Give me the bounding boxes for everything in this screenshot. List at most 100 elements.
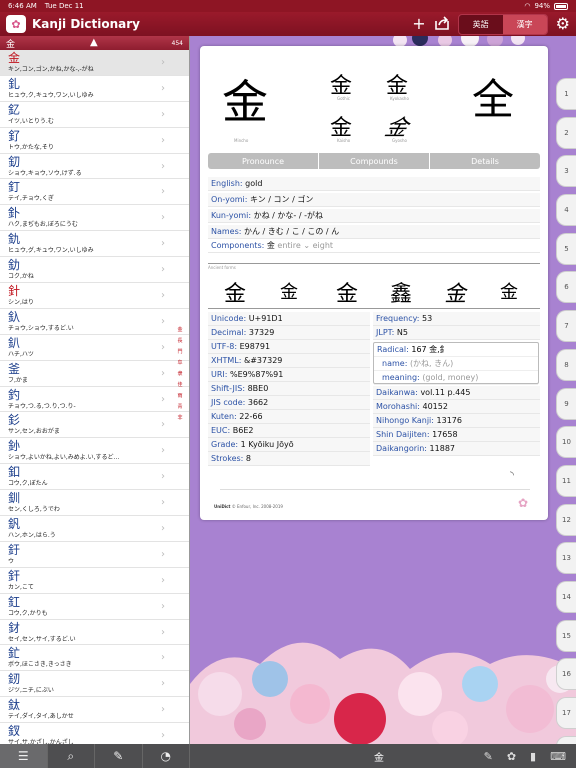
list-item[interactable]: 釩ハン,ホン,はら.う › bbox=[0, 516, 189, 542]
bookmark-icon[interactable]: ▮ bbox=[530, 750, 536, 763]
radical-index-strip[interactable]: 金長門阜隶佳雨青非 bbox=[173, 326, 187, 421]
page-tab[interactable]: 6 bbox=[556, 271, 576, 304]
list-item[interactable]: 釞チョウ,ショウ,するど.い › bbox=[0, 309, 189, 335]
tab-compounds[interactable]: Compounds bbox=[319, 153, 430, 169]
list-item[interactable]: 釜フ,かま › bbox=[0, 361, 189, 387]
frequency-row: Frequency: 53 bbox=[373, 312, 540, 326]
index-entry[interactable]: 門 bbox=[177, 348, 182, 355]
components-value: 金 bbox=[266, 241, 275, 250]
chevron-right-icon: › bbox=[161, 678, 165, 690]
page-tab[interactable]: 13 bbox=[556, 542, 576, 575]
history-icon[interactable]: ◔ bbox=[143, 744, 190, 768]
page-tab[interactable]: 12 bbox=[556, 503, 576, 536]
index-entry[interactable]: 非 bbox=[177, 414, 182, 421]
gear-icon[interactable]: ⚙ bbox=[556, 16, 570, 32]
list-item[interactable]: 釮セイ,セン,サイ,するど.い › bbox=[0, 620, 189, 646]
jis-row: JIS code: 3662 bbox=[208, 396, 370, 410]
list-item[interactable]: 釪ウ › bbox=[0, 542, 189, 568]
names-row[interactable]: Names: かん / きむ / こ / この / ん bbox=[208, 225, 540, 239]
page-tab[interactable]: 8 bbox=[556, 348, 576, 381]
scroll-up-icon[interactable]: ▲ bbox=[90, 37, 98, 48]
index-entry[interactable]: 雨 bbox=[177, 392, 182, 399]
list-item[interactable]: 釭コウ,ク,かりも › bbox=[0, 594, 189, 620]
list-item[interactable]: 釘テイ,チョウ,くぎ › bbox=[0, 179, 189, 206]
list-item[interactable]: 釰ジツ,ニチ,にぶい › bbox=[0, 671, 189, 698]
nihongo-row: Nihongo Kanji: 13176 bbox=[373, 414, 540, 428]
list-item[interactable]: 釓ヒュウ,ク,キュウ,ワン,いしゆみ › bbox=[0, 76, 189, 102]
kanji-list-pane: 金 ▲ 454 金キン,コン,ゴン,かね,かな-,-がね › 釓ヒュウ,ク,キュウ,… bbox=[0, 36, 190, 744]
tab-details[interactable]: Details bbox=[430, 153, 540, 169]
search-icon[interactable]: ⌕ bbox=[48, 744, 95, 768]
list-item[interactable]: 釟ハチ,ハツ › bbox=[0, 335, 189, 361]
page-tab[interactable]: 3 bbox=[556, 155, 576, 188]
list-item[interactable]: 釯ボウ,ほこさき,きっさき › bbox=[0, 645, 189, 672]
list-item[interactable]: 釧セン,くしろ,うでわ › bbox=[0, 490, 189, 517]
list-item[interactable]: 釵サイ,サ,かざし,かんざし › bbox=[0, 723, 189, 744]
share-icon[interactable] bbox=[434, 15, 450, 33]
list-item[interactable]: 釖ショウ,キョウ,ソウ,けず.る › bbox=[0, 154, 189, 180]
list-item[interactable]: 釙ハク,まぢもお,ぼろにうむ › bbox=[0, 205, 189, 232]
pencil-icon[interactable]: ✎ bbox=[484, 750, 493, 763]
flower-logo-icon: ✿ bbox=[518, 496, 529, 510]
status-date: Tue Dec 11 bbox=[44, 2, 84, 10]
list-item[interactable]: 釥ショウ,よいかね,よい,みめよ.い,するど... › bbox=[0, 438, 189, 465]
chevron-right-icon: › bbox=[161, 497, 165, 509]
language-segmented-control: 英語 漢字 bbox=[457, 13, 548, 35]
list-item[interactable]: 釚ヒュウ,グ,キュウ,ワン,いしゆみ › bbox=[0, 231, 189, 258]
index-entry[interactable]: 阜 bbox=[177, 359, 182, 366]
plus-icon[interactable]: + bbox=[412, 16, 425, 32]
bottom-toolbar: 金 ✎ ✿ ▮ ⌨ bbox=[190, 744, 576, 768]
calligraphy-strip: Ancient forms 金 金 金 鑫 金 金 bbox=[208, 263, 540, 309]
components-extra: entire bbox=[277, 241, 301, 250]
page-tab[interactable]: 1 bbox=[556, 78, 576, 110]
flower-icon[interactable]: ✿ bbox=[507, 750, 516, 763]
chevron-right-icon: › bbox=[161, 367, 165, 379]
page-tab[interactable]: 16 bbox=[556, 658, 576, 691]
page-tab[interactable]: 11 bbox=[556, 464, 576, 497]
page-tab[interactable]: 5 bbox=[556, 232, 576, 265]
radical-box[interactable]: Radical: 167 金,釒 name: (かね, きん) meaning:… bbox=[373, 342, 539, 385]
list-item[interactable]: 針シン,はり › bbox=[0, 283, 189, 309]
page-tab[interactable]: 2 bbox=[556, 116, 576, 149]
segment-english[interactable]: 英語 bbox=[459, 15, 503, 34]
chevron-right-icon: › bbox=[161, 704, 165, 716]
list-item[interactable]: 釤サン,セン,おおがま › bbox=[0, 412, 189, 439]
index-entry[interactable]: 青 bbox=[177, 403, 182, 410]
list-item[interactable]: 釬カン,こて › bbox=[0, 568, 189, 594]
list-item[interactable]: 鈦テイ,ダイ,タイ,あしかせ › bbox=[0, 697, 189, 724]
list-item[interactable]: 釔イツ,いとりう.む › bbox=[0, 102, 189, 128]
app-logo-icon: ✿ bbox=[6, 15, 26, 33]
page-tab[interactable]: 18 bbox=[556, 735, 576, 744]
names-value: かん / きむ / こ / この / ん bbox=[244, 227, 340, 236]
tab-pronounce[interactable]: Pronounce bbox=[208, 153, 319, 169]
chevron-right-icon: › bbox=[161, 238, 165, 250]
list-item[interactable]: 釛コク,かね › bbox=[0, 257, 189, 284]
keyboard-icon[interactable]: ⌨ bbox=[550, 750, 566, 763]
list-icon[interactable]: ☰ bbox=[0, 744, 48, 768]
index-entry[interactable]: 長 bbox=[177, 337, 182, 344]
battery-icon bbox=[554, 2, 568, 10]
page-tab[interactable]: 9 bbox=[556, 387, 576, 420]
brush-icon[interactable]: ✎ bbox=[95, 744, 143, 768]
list-item[interactable]: 釦コウ,ク,ぼたん › bbox=[0, 464, 189, 491]
page-tab[interactable]: 4 bbox=[556, 194, 576, 227]
onyomi-row[interactable]: On-yomi: キン / コン / ゴン bbox=[208, 193, 540, 207]
grade-row: Grade: 1 Kyōiku Jōyō bbox=[208, 438, 370, 452]
page-tab[interactable]: 7 bbox=[556, 310, 576, 343]
list-header: 金 ▲ 454 bbox=[0, 36, 189, 50]
page-tab[interactable]: 14 bbox=[556, 580, 576, 613]
page-tab[interactable]: 15 bbox=[556, 619, 576, 652]
list-item[interactable]: 釕トウ,かたな,そり › bbox=[0, 128, 189, 154]
status-time: 6:46 AM bbox=[8, 2, 37, 10]
page-tab[interactable]: 17 bbox=[556, 697, 576, 729]
index-entry[interactable]: 隶 bbox=[177, 370, 182, 377]
index-entry[interactable]: 佳 bbox=[177, 381, 182, 388]
kanji-list: 金キン,コン,ゴン,かね,かな-,-がね › 釓ヒュウ,ク,キュウ,ワン,いしゆみ ›… bbox=[0, 50, 189, 744]
list-item[interactable]: 釣チョウ,つ.る,つ.り,つ.り- › bbox=[0, 387, 189, 413]
components-row[interactable]: Components: 金 entire ⌄ eight bbox=[208, 239, 540, 253]
page-tab[interactable]: 10 bbox=[556, 426, 576, 459]
list-item[interactable]: 金キン,コン,ゴン,かね,かな-,-がね › bbox=[0, 50, 189, 76]
segment-kanji[interactable]: 漢字 bbox=[502, 14, 547, 34]
kunyomi-row[interactable]: Kun-yomi: かね / かな- / -がね bbox=[208, 209, 540, 223]
index-entry[interactable]: 金 bbox=[177, 326, 182, 333]
